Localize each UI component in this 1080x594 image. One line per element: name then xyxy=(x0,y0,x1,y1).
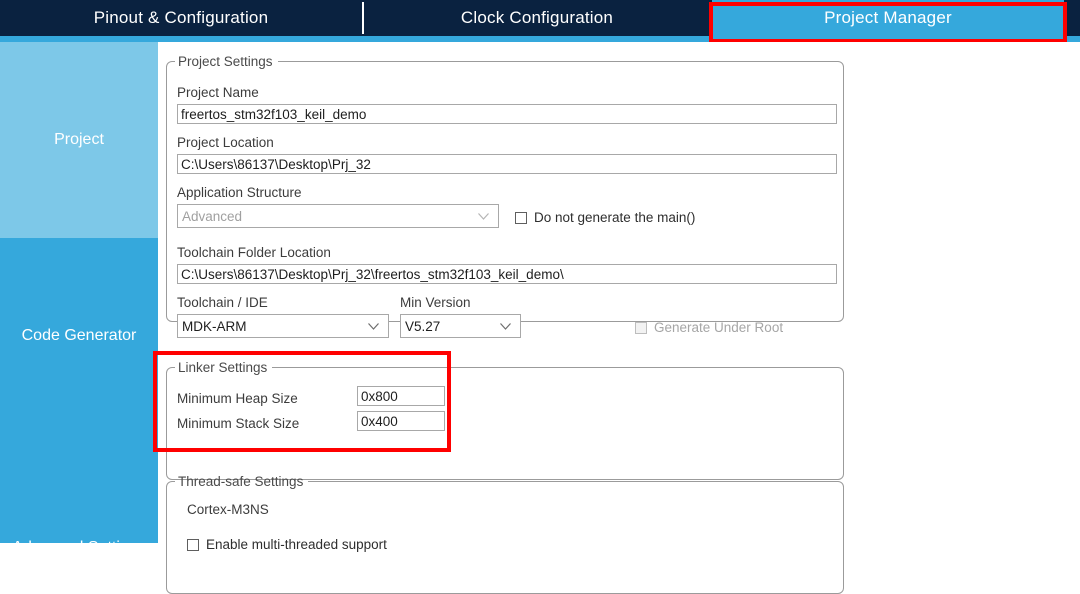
project-settings-legend: Project Settings xyxy=(178,54,273,69)
tab-pinout-label: Pinout & Configuration xyxy=(93,8,269,27)
chevron-down-icon xyxy=(368,322,379,330)
minimum-heap-size-label: Minimum Heap Size xyxy=(177,391,298,406)
top-tab-bar: Pinout & Configuration Clock Configurati… xyxy=(0,0,1080,36)
sidebar-item-advanced-settings[interactable]: Advanced Settings xyxy=(0,434,158,556)
tab-clock-label: Clock Configuration xyxy=(460,8,614,27)
project-location-label: Project Location xyxy=(177,135,274,150)
toolchain-ide-select[interactable]: MDK-ARM xyxy=(177,314,389,338)
tab-pinout-configuration[interactable]: Pinout & Configuration xyxy=(0,0,362,36)
sidebar-item-project[interactable]: Project xyxy=(0,42,158,238)
sidebar-item-code-generator[interactable]: Code Generator xyxy=(0,238,158,434)
application-structure-label: Application Structure xyxy=(177,185,302,200)
toolchain-folder-location-input[interactable] xyxy=(177,264,837,284)
min-version-select[interactable]: V5.27 xyxy=(400,314,521,338)
enable-multithreaded-support-checkbox[interactable] xyxy=(187,538,199,551)
project-location-input[interactable] xyxy=(177,154,837,174)
toolchain-ide-value: MDK-ARM xyxy=(182,318,247,334)
chevron-down-icon xyxy=(478,212,489,220)
minimum-heap-size-input[interactable] xyxy=(357,386,445,406)
thread-safe-settings-group: Thread-safe Settings Cortex-M3NS Enable … xyxy=(166,474,844,594)
project-name-label: Project Name xyxy=(177,85,259,100)
enable-multithreaded-support-label: Enable multi-threaded support xyxy=(206,537,387,552)
chevron-down-icon xyxy=(500,322,511,330)
generate-under-root-checkbox[interactable] xyxy=(635,321,647,334)
tab-clock-configuration[interactable]: Clock Configuration xyxy=(364,0,710,36)
project-name-input[interactable] xyxy=(177,104,837,124)
sidebar-item-advanced-settings-label: Advanced Settings xyxy=(12,539,146,556)
linker-settings-legend: Linker Settings xyxy=(178,360,268,375)
do-not-generate-main-label: Do not generate the main() xyxy=(534,210,696,225)
toolchain-folder-location-label: Toolchain Folder Location xyxy=(177,245,331,260)
tab-overflow-edge xyxy=(1068,0,1080,36)
sidebar: Project Code Generator Advanced Settings xyxy=(0,42,158,556)
do-not-generate-main-checkbox-row[interactable]: Do not generate the main() xyxy=(515,210,695,225)
tab-project-manager-label: Project Manager xyxy=(824,8,952,27)
minimum-stack-size-label: Minimum Stack Size xyxy=(177,416,300,431)
minimum-stack-size-input[interactable] xyxy=(357,411,445,431)
toolchain-ide-label: Toolchain / IDE xyxy=(177,295,268,310)
content-pane: Project Settings Project Name Project Lo… xyxy=(163,42,1080,594)
generate-under-root-label: Generate Under Root xyxy=(654,320,784,335)
linker-settings-group: Linker Settings Minimum Heap Size Minimu… xyxy=(166,360,844,480)
application-structure-value: Advanced xyxy=(182,208,243,224)
enable-multithreaded-support-checkbox-row[interactable]: Enable multi-threaded support xyxy=(187,537,387,552)
sidebar-item-code-generator-label: Code Generator xyxy=(21,327,137,344)
do-not-generate-main-checkbox[interactable] xyxy=(515,211,527,224)
thread-safe-settings-legend: Thread-safe Settings xyxy=(178,474,304,489)
project-settings-group: Project Settings Project Name Project Lo… xyxy=(166,54,844,338)
sidebar-item-project-label: Project xyxy=(54,131,104,148)
application-structure-select[interactable]: Advanced xyxy=(177,204,499,228)
min-version-value: V5.27 xyxy=(405,318,441,334)
cortex-core-label: Cortex-M3NS xyxy=(187,502,269,517)
tab-project-manager[interactable]: Project Manager xyxy=(712,0,1064,36)
generate-under-root-checkbox-row[interactable]: Generate Under Root xyxy=(635,320,783,335)
min-version-label: Min Version xyxy=(400,295,471,310)
